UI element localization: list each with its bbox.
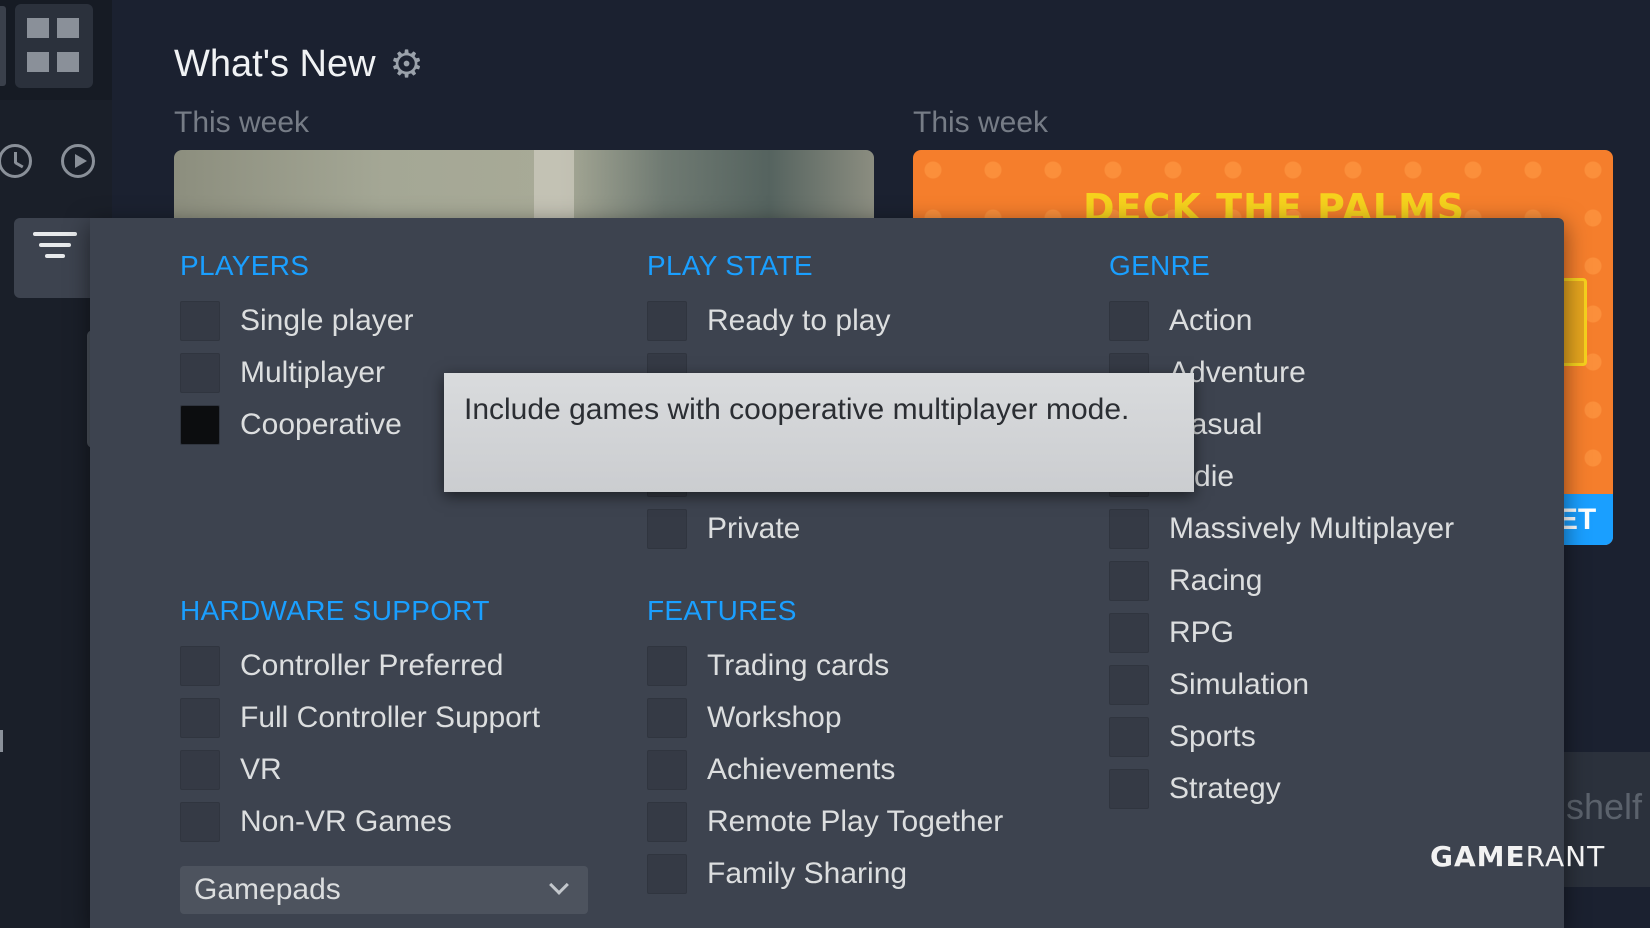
rail-marker <box>0 730 3 752</box>
option-label: Action <box>1169 304 1253 337</box>
filter-option-racing[interactable]: Racing <box>1109 561 1262 601</box>
filter-option-single-player[interactable]: Single player <box>180 301 413 341</box>
option-label: Cooperative <box>240 408 402 441</box>
option-label: Private <box>707 512 801 545</box>
filter-option-cooperative[interactable]: Cooperative <box>180 405 402 445</box>
play-icon[interactable] <box>61 144 95 178</box>
checkbox[interactable] <box>1109 561 1149 601</box>
week-label: This week <box>913 106 1049 139</box>
filter-option-full-controller-support[interactable]: Full Controller Support <box>180 698 540 738</box>
filter-option-rpg[interactable]: RPG <box>1109 613 1234 653</box>
checkbox-checked[interactable] <box>180 405 220 445</box>
checkbox[interactable] <box>647 301 687 341</box>
filter-icon-line <box>33 232 77 236</box>
filter-option-achievements[interactable]: Achievements <box>647 750 895 790</box>
filter-option-vr[interactable]: VR <box>180 750 282 790</box>
filter-option-massively-multiplayer[interactable]: Massively Multiplayer <box>1109 509 1454 549</box>
grid-cell <box>27 18 49 38</box>
grid-cell <box>57 18 79 38</box>
option-label: Racing <box>1169 564 1263 597</box>
filter-option-action[interactable]: Action <box>1109 301 1252 341</box>
filter-option-non-vr-games[interactable]: Non-VR Games <box>180 802 452 842</box>
checkbox[interactable] <box>647 802 687 842</box>
chevron-down-icon <box>549 875 569 895</box>
checkbox[interactable] <box>1109 301 1149 341</box>
tooltip: Include games with cooperative multiplay… <box>444 373 1194 492</box>
option-label: RPG <box>1169 616 1235 649</box>
section-title-hardware-support: HARDWARE SUPPORT <box>180 595 490 626</box>
gamerant-watermark: GAMERANT <box>1430 840 1605 873</box>
filter-icon-line <box>45 254 65 258</box>
option-label: Controller Preferred <box>240 649 504 682</box>
checkbox[interactable] <box>647 698 687 738</box>
checkbox[interactable] <box>180 698 220 738</box>
option-label: Remote Play Together <box>707 805 1004 838</box>
option-label: Trading cards <box>707 649 890 682</box>
section-title-play-state: PLAY STATE <box>647 250 813 281</box>
option-label: Full Controller Support <box>240 701 541 734</box>
section-title-players: PLAYERS <box>180 250 310 281</box>
filter-option-trading-cards[interactable]: Trading cards <box>647 646 889 686</box>
option-label: Achievements <box>707 753 896 786</box>
checkbox[interactable] <box>180 353 220 393</box>
dropdown-value: Gamepads <box>194 873 341 906</box>
filter-button[interactable] <box>14 218 90 298</box>
option-label: Ready to play <box>707 304 891 337</box>
filter-icon-line <box>39 243 71 247</box>
option-label: Strategy <box>1169 772 1281 805</box>
watermark-part: GAME <box>1430 840 1526 873</box>
gear-icon[interactable]: ⚙ <box>390 46 426 84</box>
filter-option-workshop[interactable]: Workshop <box>647 698 842 738</box>
option-label: Massively Multiplayer <box>1169 512 1455 545</box>
filter-option-controller-preferred[interactable]: Controller Preferred <box>180 646 503 686</box>
checkbox[interactable] <box>1109 613 1149 653</box>
option-label: VR <box>240 753 282 786</box>
filter-option-private[interactable]: Private <box>647 509 800 549</box>
whats-new-header: What's New ⚙ <box>174 43 426 86</box>
option-label: Multiplayer <box>240 356 386 389</box>
option-label: Workshop <box>707 701 842 734</box>
watermark-part: RANT <box>1525 840 1606 873</box>
option-label: Non-VR Games <box>240 805 452 838</box>
grid-view-icon[interactable] <box>15 4 93 88</box>
rail-edge-bar <box>0 6 6 86</box>
filter-option-multiplayer[interactable]: Multiplayer <box>180 353 385 393</box>
checkbox[interactable] <box>647 854 687 894</box>
checkbox[interactable] <box>647 509 687 549</box>
checkbox[interactable] <box>647 646 687 686</box>
checkbox[interactable] <box>1109 509 1149 549</box>
section-title-genre: GENRE <box>1109 250 1211 281</box>
checkbox[interactable] <box>1109 665 1149 705</box>
filter-option-remote-play-together[interactable]: Remote Play Together <box>647 802 1003 842</box>
checkbox[interactable] <box>180 802 220 842</box>
filter-option-sports[interactable]: Sports <box>1109 717 1256 757</box>
filter-panel: PLAYERS Single player Multiplayer Cooper… <box>90 218 1564 928</box>
gamepads-dropdown[interactable]: Gamepads <box>180 866 588 914</box>
checkbox[interactable] <box>647 750 687 790</box>
page-title: What's New <box>174 43 376 85</box>
grid-cell <box>27 52 49 72</box>
checkbox[interactable] <box>180 750 220 790</box>
option-label: Sports <box>1169 720 1256 753</box>
filter-option-simulation[interactable]: Simulation <box>1109 665 1309 705</box>
checkbox[interactable] <box>180 301 220 341</box>
shelf-label: shelf <box>1565 786 1642 827</box>
option-label: Simulation <box>1169 668 1310 701</box>
filter-option-ready-to-play[interactable]: Ready to play <box>647 301 890 341</box>
checkbox[interactable] <box>180 646 220 686</box>
checkbox[interactable] <box>1109 717 1149 757</box>
filter-option-family-sharing[interactable]: Family Sharing <box>647 854 907 894</box>
option-label: Single player <box>240 304 414 337</box>
clock-icon[interactable] <box>0 144 32 178</box>
checkbox[interactable] <box>1109 769 1149 809</box>
section-title-features: FEATURES <box>647 595 797 626</box>
week-label: This week <box>174 106 310 139</box>
option-label: Family Sharing <box>707 857 908 890</box>
filter-option-strategy[interactable]: Strategy <box>1109 769 1281 809</box>
grid-cell <box>57 52 79 72</box>
